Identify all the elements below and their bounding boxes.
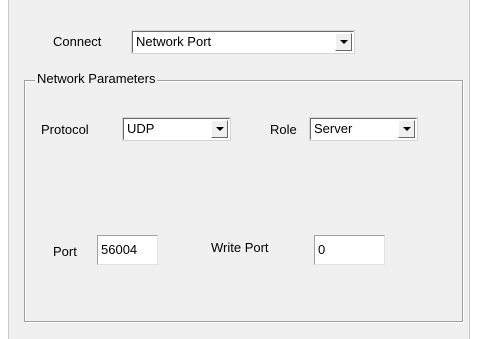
network-parameters-group	[24, 80, 463, 322]
network-parameters-title: Network Parameters	[35, 71, 158, 87]
protocol-select-value: UDP	[127, 121, 155, 136]
chevron-down-icon	[403, 127, 411, 131]
connection-settings-panel: Connect Network Port Network Parameters …	[8, 0, 470, 339]
role-label: Role	[270, 122, 297, 137]
role-select[interactable]: Server	[309, 117, 418, 141]
chevron-down-icon	[216, 127, 224, 131]
port-input[interactable]: 56004	[97, 235, 158, 265]
protocol-select[interactable]: UDP	[122, 117, 231, 141]
connect-dropdown-button[interactable]	[335, 33, 352, 51]
port-input-value: 56004	[101, 242, 138, 257]
port-label: Port	[53, 244, 77, 259]
write-port-input-value: 0	[318, 242, 326, 257]
connect-label: Connect	[53, 34, 102, 49]
chevron-down-icon	[340, 40, 348, 44]
role-select-value: Server	[314, 121, 353, 136]
connect-select-value: Network Port	[136, 34, 212, 49]
protocol-dropdown-button[interactable]	[211, 120, 228, 138]
role-dropdown-button[interactable]	[398, 120, 415, 138]
connect-select[interactable]: Network Port	[131, 30, 355, 54]
write-port-label: Write Port	[211, 240, 269, 255]
protocol-label: Protocol	[41, 122, 89, 137]
write-port-input[interactable]: 0	[314, 235, 385, 265]
